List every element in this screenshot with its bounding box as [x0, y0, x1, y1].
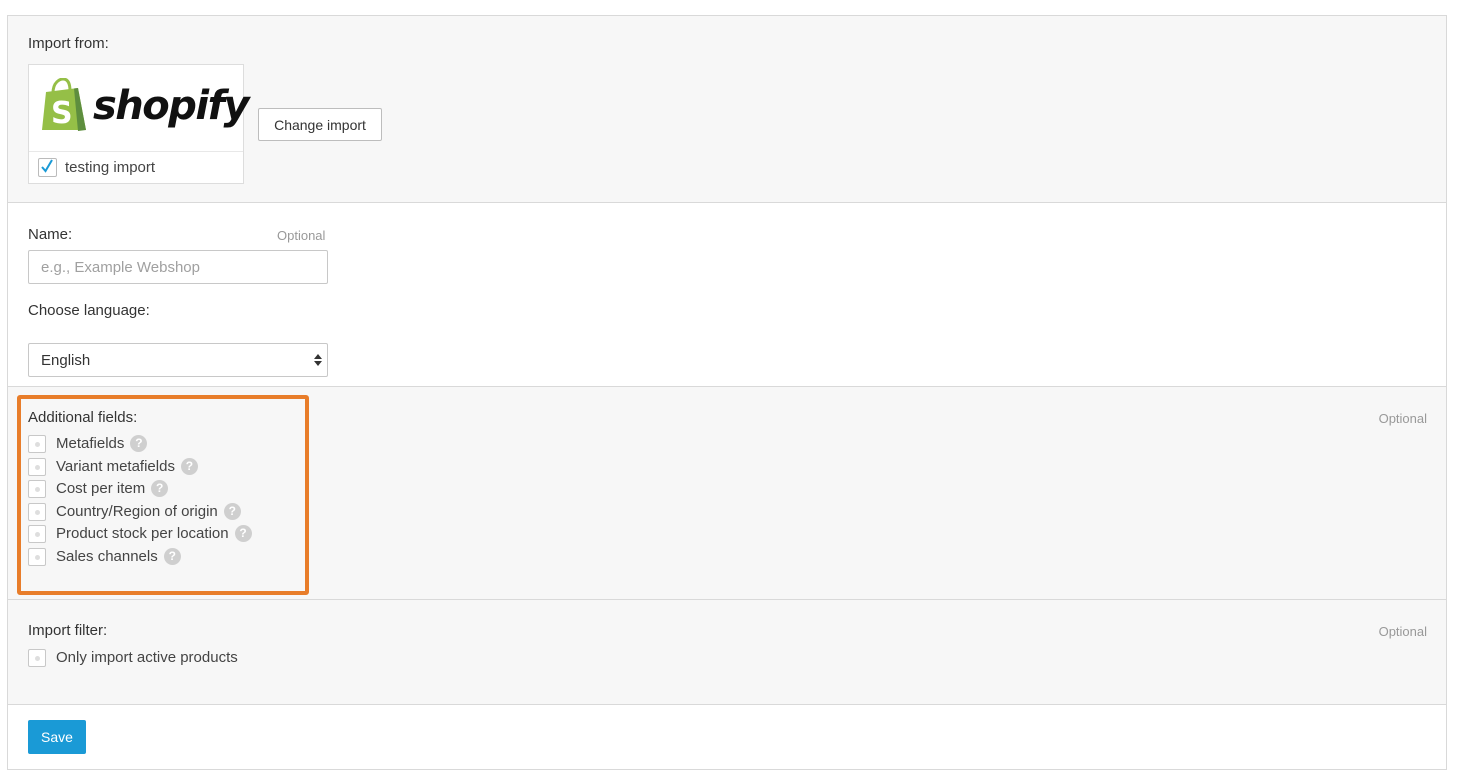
- metafields-checkbox[interactable]: [28, 435, 46, 453]
- import-selected-checkbox[interactable]: [38, 158, 57, 177]
- help-icon[interactable]: ?: [223, 503, 241, 520]
- variant-metafields-checkbox[interactable]: [28, 458, 46, 476]
- active-products-label: Only import active products: [56, 649, 238, 666]
- import-name-text: testing import: [65, 159, 156, 176]
- variant-metafields-label: Variant metafields: [56, 458, 175, 475]
- country-region-label: Country/Region of origin: [56, 503, 218, 520]
- checkmark-icon: [41, 159, 53, 173]
- general-section: Name: Optional Choose language: English: [8, 203, 1446, 387]
- import-from-section: Import from: S shopify testing import Ch…: [8, 16, 1446, 203]
- additional-fields-optional-text: Optional: [1378, 411, 1427, 426]
- import-filter-label: Import filter:: [28, 622, 108, 639]
- stock-per-location-checkbox[interactable]: [28, 525, 46, 543]
- help-icon[interactable]: ?: [163, 548, 181, 565]
- sales-channels-label: Sales channels: [56, 548, 158, 565]
- import-from-label: Import from:: [28, 35, 109, 52]
- additional-fields-section: Additional fields: Optional Metafields? …: [8, 387, 1446, 600]
- name-label: Name:: [28, 226, 73, 243]
- active-products-checkbox[interactable]: [28, 649, 46, 667]
- shopify-logo: S shopify: [29, 65, 250, 152]
- shopify-bag-icon: S: [42, 78, 86, 131]
- save-button[interactable]: Save: [28, 720, 86, 754]
- import-filter-section: Import filter: Optional Only import acti…: [8, 600, 1446, 705]
- shopify-wordmark: shopify: [93, 83, 250, 129]
- help-icon[interactable]: ?: [130, 435, 148, 452]
- metafields-label: Metafields: [56, 435, 125, 452]
- change-import-button[interactable]: Change import: [258, 108, 382, 141]
- stock-per-location-label: Product stock per location: [56, 525, 229, 542]
- help-icon[interactable]: ?: [234, 525, 252, 542]
- language-select[interactable]: English: [28, 343, 328, 377]
- select-arrows-icon: [314, 354, 322, 366]
- additional-fields-label: Additional fields:: [28, 409, 138, 426]
- name-input[interactable]: [28, 250, 328, 284]
- footer-section: Save: [8, 705, 1446, 769]
- import-settings-panel: Import from: S shopify testing import Ch…: [7, 15, 1447, 770]
- import-filter-optional-text: Optional: [1378, 624, 1427, 639]
- country-region-checkbox[interactable]: [28, 503, 46, 521]
- svg-text:S: S: [51, 96, 73, 131]
- name-optional-text: Optional: [277, 228, 326, 243]
- language-label: Choose language:: [28, 302, 150, 319]
- import-source-card: S shopify testing import: [28, 64, 250, 184]
- sales-channels-checkbox[interactable]: [28, 548, 46, 566]
- language-selected-value: English: [41, 352, 91, 369]
- cost-per-item-checkbox[interactable]: [28, 480, 46, 498]
- help-icon[interactable]: ?: [180, 458, 198, 475]
- cost-per-item-label: Cost per item: [56, 480, 146, 497]
- help-icon[interactable]: ?: [151, 480, 169, 497]
